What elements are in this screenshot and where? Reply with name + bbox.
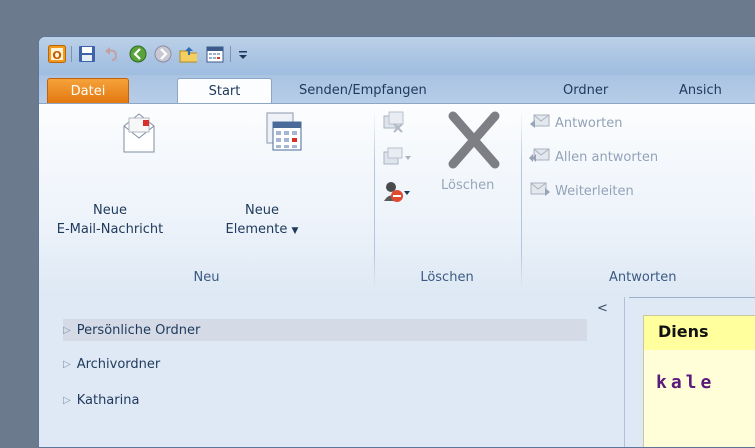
ribbon: Neue E-Mail-Nachricht Neue Elemente ▼ Ne… xyxy=(39,103,755,298)
forward-label: Weiterleiten xyxy=(555,183,634,199)
tab-file[interactable]: Datei xyxy=(47,78,129,104)
tab-folder[interactable]: Ordner xyxy=(563,78,608,103)
new-items-label-line2: Elemente xyxy=(225,222,288,237)
folder-up-icon[interactable] xyxy=(179,45,197,63)
tab-send-receive[interactable]: Senden/Empfangen xyxy=(299,78,427,103)
forward-icon[interactable] xyxy=(154,45,172,63)
calendar-icon[interactable] xyxy=(206,45,224,63)
expand-triangle-icon[interactable]: ▷ xyxy=(63,359,71,370)
tab-start[interactable]: Start xyxy=(177,78,272,105)
back-icon[interactable] xyxy=(129,45,147,63)
preview-header: Diens xyxy=(644,316,755,350)
dropdown-arrow-icon: ▼ xyxy=(291,226,299,236)
reply-all-icon xyxy=(529,146,551,168)
forward-button[interactable]: Weiterleiten xyxy=(529,180,634,202)
delete-icon[interactable] xyxy=(447,110,501,173)
group-label-respond: Antworten xyxy=(609,270,677,285)
svg-text:O: O xyxy=(52,49,61,62)
customize-qat-icon[interactable] xyxy=(234,45,252,63)
reply-icon xyxy=(529,112,551,134)
quick-access-toolbar: O xyxy=(39,37,755,75)
new-email-label-line1: Neue xyxy=(93,203,127,218)
delete-button-label[interactable]: Löschen xyxy=(441,178,494,193)
reply-all-button[interactable]: Allen antworten xyxy=(529,146,658,168)
undo-icon[interactable] xyxy=(103,45,121,63)
tree-item-label: Archivordner xyxy=(76,356,161,372)
cleanup-icon[interactable] xyxy=(382,146,412,171)
new-items-label-line1: Neue xyxy=(245,203,279,218)
new-items-icon xyxy=(261,110,305,157)
group-label-new: Neu xyxy=(193,270,220,285)
forward-mail-icon xyxy=(529,180,551,202)
tree-item-archive[interactable]: ▷ Archivordner xyxy=(63,353,160,375)
new-email-label-line2: E-Mail-Nachricht xyxy=(56,222,164,237)
outlook-app-icon[interactable]: O xyxy=(48,45,66,63)
navigation-pane: ▷ Persönliche Ordner ▷ Archivordner ▷ Ka… xyxy=(39,297,629,447)
outlook-window: O Datei Start Senden/Empfangen Ordner An… xyxy=(38,36,755,448)
group-label-delete: Löschen xyxy=(420,270,474,285)
tree-item-katharina[interactable]: ▷ Katharina xyxy=(63,389,139,411)
tab-view[interactable]: Ansich xyxy=(679,78,722,103)
tree-item-label: Persönliche Ordner xyxy=(76,322,201,338)
collapse-pane-button[interactable]: < xyxy=(597,301,608,316)
new-email-icon xyxy=(119,112,159,157)
reply-label: Antworten xyxy=(555,115,623,131)
reply-button[interactable]: Antworten xyxy=(529,112,623,134)
expand-triangle-icon[interactable]: ▷ xyxy=(63,395,71,406)
preview-header-text: Diens xyxy=(658,322,709,341)
reply-all-label: Allen antworten xyxy=(555,149,659,165)
junk-icon[interactable] xyxy=(382,180,412,207)
ribbon-tab-bar: Datei Start Senden/Empfangen Ordner Ansi… xyxy=(39,75,755,105)
expand-triangle-icon[interactable]: ▷ xyxy=(63,325,71,336)
preview-body-text: kale xyxy=(656,372,716,393)
ignore-icon[interactable] xyxy=(382,110,406,137)
tree-item-label: Katharina xyxy=(76,392,140,408)
save-icon[interactable] xyxy=(78,45,96,63)
preview-panel: Diens kale xyxy=(643,315,755,447)
tree-item-personal-folders[interactable]: ▷ Persönliche Ordner xyxy=(63,319,587,341)
